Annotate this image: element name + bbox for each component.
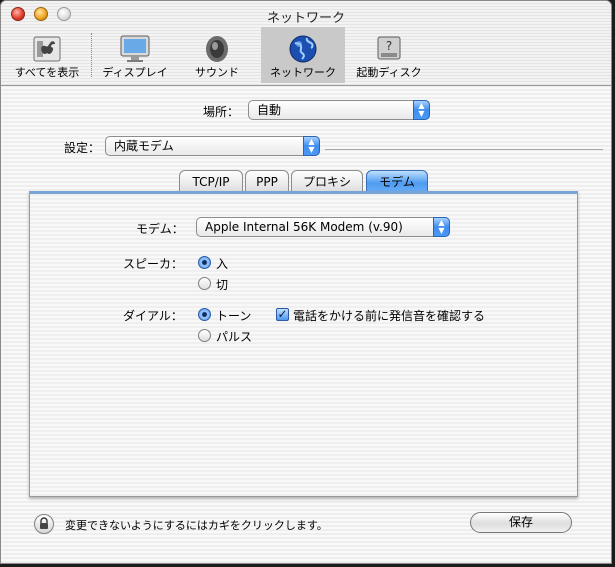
toolbar-label: 起動ディスク [356, 66, 422, 79]
lock-message: 変更できないようにするにはカギをクリックします。 [65, 519, 328, 532]
speaker-on-label: 入 [216, 257, 229, 271]
title-bar: ネットワーク すべてを表示 ディスプレイ サウンド ネットワーク ? 起動ディス… [1, 1, 611, 86]
globe-icon [289, 35, 317, 63]
toolbar-show-all[interactable]: すべてを表示 [7, 27, 87, 83]
tab-modem[interactable]: モデム [366, 170, 428, 193]
modem-popup[interactable]: Apple Internal 56K Modem (v.90) ▲ ▼ [196, 217, 450, 237]
tab-tcpip[interactable]: TCP/IP [179, 170, 243, 193]
speaker-off-label: 切 [216, 278, 229, 292]
popup-arrows-icon: ▲ ▼ [303, 136, 320, 156]
toolbar-label: ディスプレイ [102, 66, 168, 79]
location-label: 場所： [203, 105, 240, 119]
wait-dialtone-checkbox[interactable]: ✓ [276, 308, 289, 321]
window-title: ネットワーク [266, 11, 345, 26]
display-icon [120, 35, 150, 62]
configure-label: 設定： [64, 141, 101, 155]
dial-pulse-radio[interactable] [198, 329, 211, 342]
location-value: 自動 [257, 103, 282, 117]
network-preferences-window: ネットワーク すべてを表示 ディスプレイ サウンド ネットワーク ? 起動ディス… [0, 0, 612, 564]
toolbar-startup-disk[interactable]: ? 起動ディスク [349, 27, 429, 83]
speaker-label: スピーカ： [123, 257, 184, 271]
wait-dialtone-label: 電話をかける前に発信音を確認する [293, 309, 486, 323]
tab-ppp[interactable]: PPP [245, 170, 289, 193]
toolbar-label: すべてを表示 [14, 66, 80, 79]
toolbar-network[interactable]: ネットワーク [261, 27, 345, 83]
toolbar-sound[interactable]: サウンド [177, 27, 257, 83]
separator-line [325, 149, 603, 150]
popup-arrows-icon: ▲ ▼ [413, 100, 430, 120]
save-button[interactable]: 保存 [470, 512, 572, 533]
show-all-icon [33, 36, 61, 62]
toolbar-separator [91, 33, 92, 77]
dial-tone-radio[interactable] [198, 308, 211, 321]
dial-label: ダイアル： [123, 309, 183, 323]
toolbar-display[interactable]: ディスプレイ [95, 27, 175, 83]
disk-icon: ? [377, 36, 401, 60]
speaker-on-radio[interactable] [198, 256, 211, 269]
configure-popup[interactable]: 内蔵モデム ▲ ▼ [105, 136, 320, 156]
dial-pulse-label: パルス [216, 330, 253, 344]
lock-icon[interactable] [34, 514, 54, 534]
popup-arrows-icon: ▲ ▼ [433, 217, 450, 237]
speaker-icon [206, 36, 228, 62]
speaker-off-radio[interactable] [198, 277, 211, 290]
dial-tone-label: トーン [216, 309, 252, 323]
modem-value: Apple Internal 56K Modem (v.90) [205, 220, 403, 234]
padlock-icon [40, 517, 48, 529]
toolbar-label: ネットワーク [270, 66, 336, 79]
configure-value: 内蔵モデム [114, 139, 174, 153]
location-popup[interactable]: 自動 ▲ ▼ [248, 100, 430, 120]
toolbar-label: サウンド [195, 66, 239, 79]
modem-label: モデム： [136, 222, 184, 236]
svg-text:?: ? [386, 39, 392, 53]
tab-proxies[interactable]: プロキシ [291, 170, 363, 193]
